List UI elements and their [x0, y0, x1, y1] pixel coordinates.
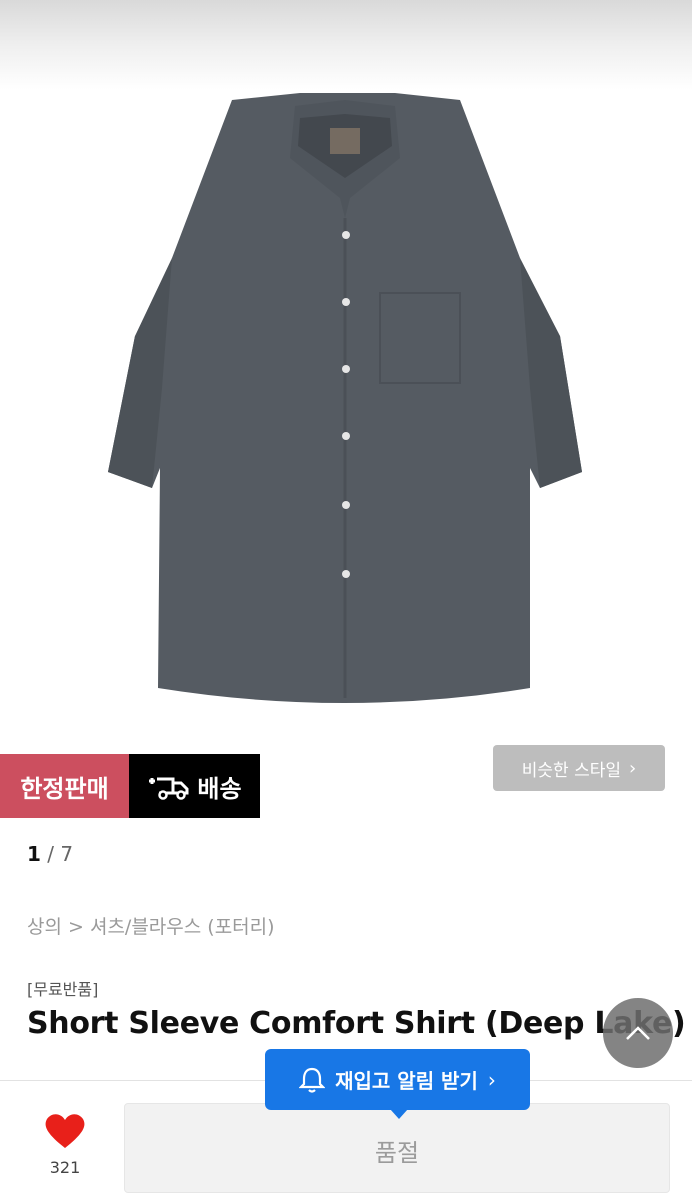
delivery-badge: 배송	[129, 754, 260, 818]
pager-separator: /	[40, 842, 61, 866]
image-pager: 1 / 7	[27, 842, 73, 866]
sold-out-label: 품절	[374, 1138, 420, 1167]
like-button[interactable]: 321	[30, 1112, 100, 1177]
restock-alert-label: 재입고 알림 받기	[335, 1069, 478, 1093]
product-title: Short Sleeve Comfort Shirt (Deep Lake)	[27, 1006, 686, 1041]
like-count: 321	[49, 1158, 81, 1177]
chevron-right-icon: ›	[487, 1067, 496, 1092]
delivery-label: 배송	[197, 774, 242, 803]
top-fade	[0, 0, 692, 90]
restock-alert-button[interactable]: 재입고 알림 받기 ›	[265, 1049, 530, 1119]
chevron-up-icon	[626, 1026, 650, 1040]
limited-sale-badge: 한정판매	[0, 754, 129, 818]
pager-current: 1	[27, 842, 41, 866]
limited-sale-label: 한정판매	[20, 774, 109, 803]
similar-style-label: 비슷한 스타일	[521, 760, 622, 781]
pager-total: 7	[60, 842, 74, 866]
heart-icon	[45, 1114, 85, 1148]
similar-style-button[interactable]: 비슷한 스타일 ›	[493, 745, 665, 791]
truck-plus-icon	[149, 777, 189, 800]
chevron-right-icon: ›	[629, 757, 637, 779]
scroll-top-button[interactable]	[603, 998, 673, 1068]
badge-row: 한정판매 배송	[0, 754, 260, 818]
product-image[interactable]	[0, 88, 692, 728]
bell-icon	[299, 1067, 326, 1093]
free-return-tag: [무료반품]	[27, 980, 99, 999]
breadcrumb[interactable]: 상의 > 셔츠/블라우스 (포터리)	[27, 912, 275, 939]
